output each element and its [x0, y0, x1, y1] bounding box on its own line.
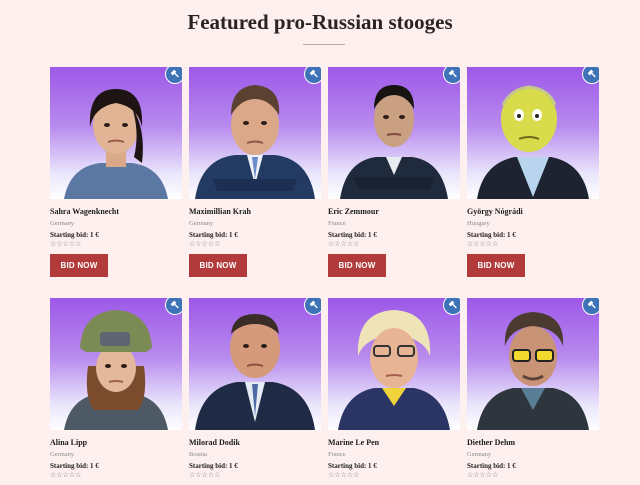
- product-country: France: [328, 220, 346, 227]
- product-image[interactable]: [467, 298, 599, 430]
- rating-stars: ☆☆☆☆☆: [328, 240, 360, 248]
- product-name[interactable]: Maximillian Krah: [189, 207, 251, 216]
- product-country: Hungary: [467, 220, 490, 227]
- rating-stars: ☆☆☆☆☆: [50, 240, 82, 248]
- product-name[interactable]: Milorad Dodik: [189, 438, 240, 447]
- bid-now-button[interactable]: BID NOW: [467, 254, 525, 277]
- product-name[interactable]: György Nógrádi: [467, 207, 523, 216]
- bid-now-button[interactable]: BID NOW: [189, 254, 247, 277]
- product-image[interactable]: [328, 67, 460, 199]
- product-name[interactable]: Diether Dehm: [467, 438, 515, 447]
- bid-now-button[interactable]: BID NOW: [50, 254, 108, 277]
- product-country: Germany: [467, 451, 492, 458]
- starting-bid: Starting bid: 1 €: [189, 462, 238, 470]
- rating-stars: ☆☆☆☆☆: [50, 471, 82, 479]
- product-image[interactable]: [50, 298, 182, 430]
- bid-now-button[interactable]: BID NOW: [328, 254, 386, 277]
- product-country: Bosnia: [189, 451, 208, 458]
- starting-bid: Starting bid: 1 €: [50, 462, 99, 470]
- gavel-icon[interactable]: [304, 298, 321, 315]
- product-image[interactable]: [467, 67, 599, 199]
- rating-stars: ☆☆☆☆☆: [189, 240, 221, 248]
- rating-stars: ☆☆☆☆☆: [467, 471, 499, 479]
- product-country: Germany: [50, 451, 75, 458]
- title-divider: [303, 44, 345, 45]
- product-country: Germany: [189, 220, 214, 227]
- starting-bid: Starting bid: 1 €: [467, 231, 516, 239]
- rating-stars: ☆☆☆☆☆: [467, 240, 499, 248]
- product-image[interactable]: [189, 67, 321, 199]
- starting-bid: Starting bid: 1 €: [189, 231, 238, 239]
- product-image[interactable]: [50, 67, 182, 199]
- product-image[interactable]: [328, 298, 460, 430]
- rating-stars: ☆☆☆☆☆: [328, 471, 360, 479]
- starting-bid: Starting bid: 1 €: [50, 231, 99, 239]
- starting-bid: Starting bid: 1 €: [467, 462, 516, 470]
- starting-bid: Starting bid: 1 €: [328, 231, 377, 239]
- page-title: Featured pro-Russian stooges: [187, 10, 453, 34]
- product-country: France: [328, 451, 346, 458]
- product-image[interactable]: [189, 298, 321, 430]
- gavel-icon[interactable]: [443, 298, 460, 315]
- product-name[interactable]: Sahra Wagenknecht: [50, 207, 119, 216]
- gavel-icon[interactable]: [165, 67, 182, 84]
- gavel-icon[interactable]: [165, 298, 182, 315]
- rating-stars: ☆☆☆☆☆: [189, 471, 221, 479]
- product-country: Germany: [50, 220, 75, 227]
- gavel-icon[interactable]: [582, 67, 599, 84]
- gavel-icon[interactable]: [582, 298, 599, 315]
- product-name[interactable]: Marine Le Pen: [328, 438, 379, 447]
- gavel-icon[interactable]: [304, 67, 321, 84]
- product-name[interactable]: Eric Zemmour: [328, 207, 379, 216]
- starting-bid: Starting bid: 1 €: [328, 462, 377, 470]
- product-name[interactable]: Alina Lipp: [50, 438, 87, 447]
- gavel-icon[interactable]: [443, 67, 460, 84]
